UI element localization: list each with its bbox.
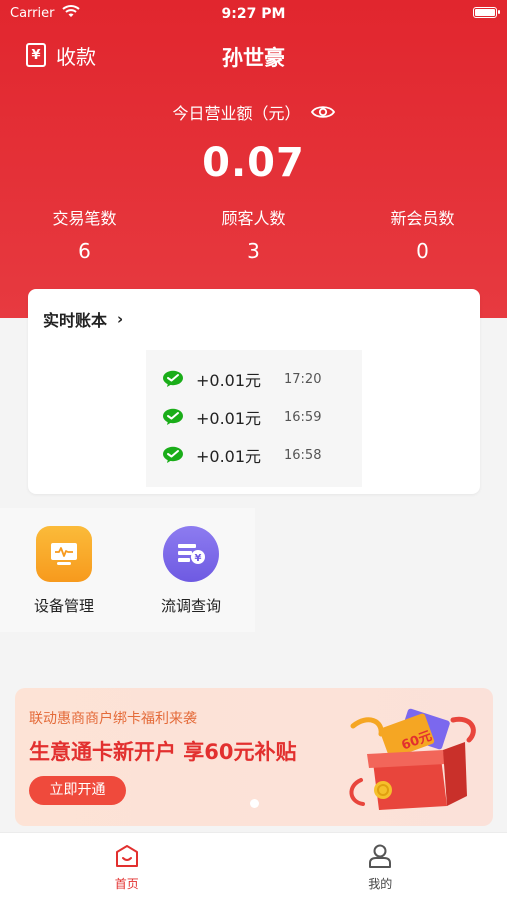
revenue-value: 0.07 bbox=[0, 140, 507, 186]
banner-subtitle: 联动惠商商户绑卡福利来袭 bbox=[29, 708, 197, 728]
tool-grid: 设备管理 ¥ 流调查询 bbox=[0, 508, 255, 632]
tool-label: 流调查询 bbox=[141, 595, 241, 616]
transaction-amount: +0.01元 bbox=[196, 405, 261, 429]
stat-customers: 顾客人数 3 bbox=[169, 205, 338, 263]
tool-label: 设备管理 bbox=[14, 595, 114, 616]
eye-icon[interactable] bbox=[311, 104, 335, 120]
list-item[interactable]: +0.01元 16:59 bbox=[146, 405, 362, 429]
stat-label: 顾客人数 bbox=[169, 205, 338, 229]
tab-label: 首页 bbox=[115, 875, 139, 892]
wechat-pay-icon bbox=[162, 370, 184, 388]
open-account-button[interactable]: 立即开通 bbox=[29, 776, 126, 805]
stats-row: 交易笔数 6 顾客人数 3 新会员数 0 bbox=[0, 205, 507, 263]
device-management-button[interactable]: 设备管理 bbox=[14, 526, 114, 616]
tab-home[interactable]: 首页 bbox=[0, 833, 254, 901]
transaction-amount: +0.01元 bbox=[196, 443, 261, 467]
ledger-title-link[interactable]: 实时账本 › bbox=[43, 307, 123, 331]
list-item[interactable]: +0.01元 16:58 bbox=[146, 443, 362, 467]
stat-new-members: 新会员数 0 bbox=[338, 205, 507, 263]
stat-value: 6 bbox=[0, 239, 169, 263]
stat-label: 交易笔数 bbox=[0, 205, 169, 229]
transaction-time: 16:58 bbox=[284, 448, 321, 463]
promo-banner[interactable]: 联动惠商商户绑卡福利来袭 生意通卡新开户 享60元补贴 立即开通 60元 bbox=[15, 688, 493, 826]
tab-profile[interactable]: 我的 bbox=[254, 833, 507, 901]
wechat-pay-icon bbox=[162, 446, 184, 464]
chevron-right-icon: › bbox=[117, 310, 123, 328]
banner-title: 生意通卡新开户 享60元补贴 bbox=[29, 736, 297, 766]
transaction-amount: +0.01元 bbox=[196, 367, 261, 391]
gift-box-illustration: 60元 bbox=[343, 706, 483, 814]
home-icon bbox=[114, 843, 140, 869]
transaction-time: 17:20 bbox=[284, 372, 321, 387]
bill-query-icon: ¥ bbox=[163, 526, 219, 582]
battery-icon bbox=[473, 7, 497, 18]
tab-label: 我的 bbox=[368, 875, 392, 892]
wechat-pay-icon bbox=[162, 408, 184, 426]
bottom-tab-bar: 首页 我的 bbox=[0, 832, 507, 901]
revenue-label-row: 今日营业额（元） bbox=[0, 100, 507, 124]
clock: 9:27 PM bbox=[0, 6, 507, 22]
stat-transactions: 交易笔数 6 bbox=[0, 205, 169, 263]
flow-query-button[interactable]: ¥ 流调查询 bbox=[141, 526, 241, 616]
transaction-time: 16:59 bbox=[284, 410, 321, 425]
monitor-icon bbox=[36, 526, 92, 582]
realtime-ledger-card: 实时账本 › +0.01元 17:20 +0.01元 16:59 bbox=[28, 289, 480, 494]
svg-text:¥: ¥ bbox=[195, 553, 202, 564]
store-name: 孙世豪 bbox=[0, 42, 507, 72]
profile-icon bbox=[367, 843, 393, 869]
status-bar: Carrier 9:27 PM bbox=[0, 0, 507, 28]
stat-value: 3 bbox=[169, 239, 338, 263]
revenue-label: 今日营业额（元） bbox=[172, 100, 300, 124]
stat-value: 0 bbox=[338, 239, 507, 263]
transaction-list: +0.01元 17:20 +0.01元 16:59 +0.01元 16:58 bbox=[146, 350, 362, 487]
list-item[interactable]: +0.01元 17:20 bbox=[146, 367, 362, 391]
carousel-indicator[interactable] bbox=[250, 799, 259, 808]
stat-label: 新会员数 bbox=[338, 205, 507, 229]
ledger-title: 实时账本 bbox=[43, 307, 107, 331]
